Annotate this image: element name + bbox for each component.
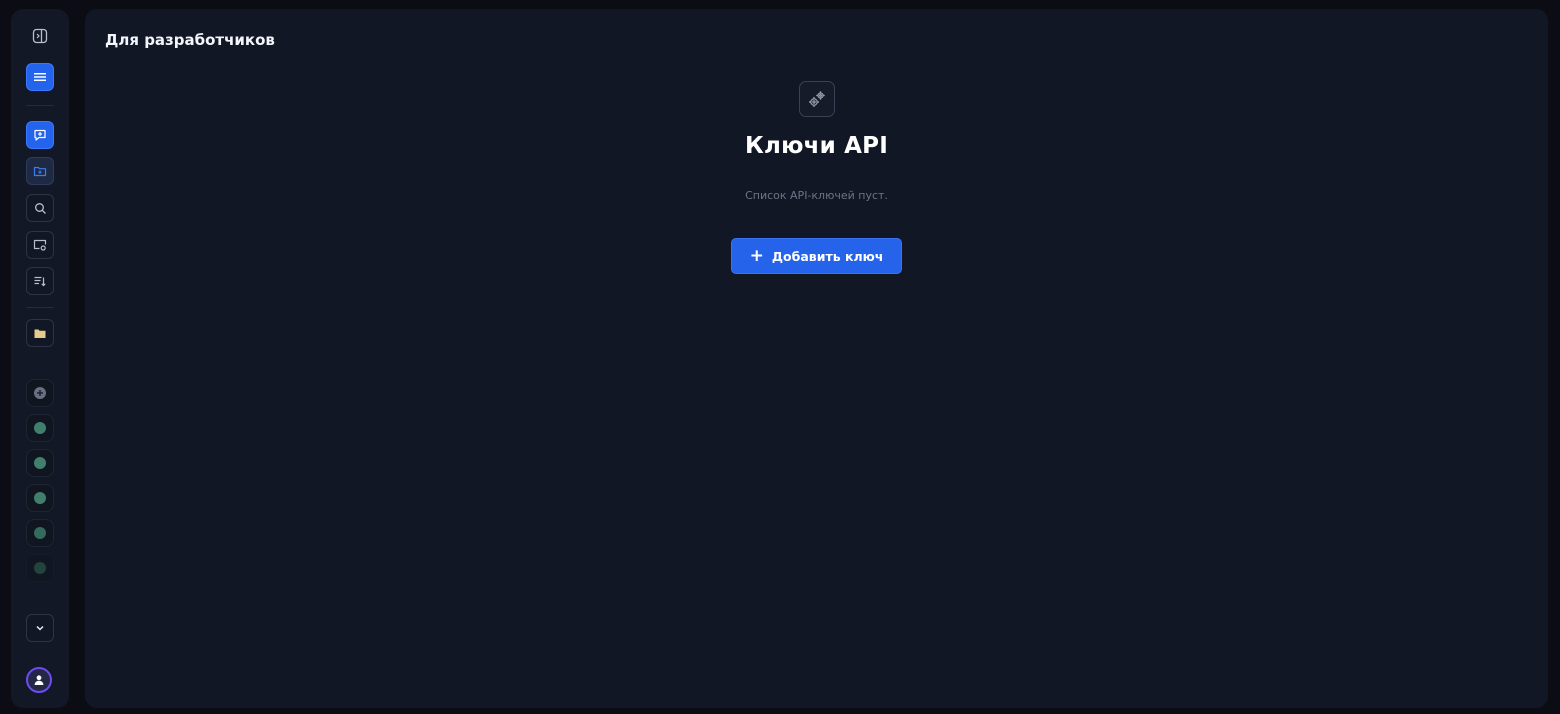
menu-button[interactable]	[26, 63, 54, 91]
api-keys-title: Ключи API	[745, 133, 888, 159]
model-dot-icon	[34, 492, 46, 504]
expand-button[interactable]	[26, 614, 54, 642]
model-item[interactable]	[26, 449, 54, 477]
api-keys-empty-state: Ключи API Список API-ключей пуст. + Доба…	[85, 81, 1548, 274]
model-item[interactable]	[26, 414, 54, 442]
gears-icon-frame	[798, 81, 835, 117]
model-item[interactable]	[26, 484, 54, 512]
new-folder-button[interactable]	[26, 157, 54, 185]
folder-add-icon	[33, 166, 47, 177]
page-title: Для разработчиков	[105, 31, 275, 49]
chevron-down-icon	[36, 625, 44, 631]
list-sort-icon	[34, 276, 46, 287]
screen-settings-icon	[33, 239, 47, 251]
model-dot-icon	[34, 457, 46, 469]
folder-icon	[34, 329, 46, 338]
search-icon	[34, 202, 46, 214]
add-key-button[interactable]: + Добавить ключ	[730, 238, 903, 274]
model-dot-icon	[34, 422, 46, 434]
screen-settings-button[interactable]	[26, 231, 54, 259]
menu-icon	[34, 73, 46, 81]
new-chat-button[interactable]	[26, 121, 54, 149]
user-avatar-button[interactable]	[26, 667, 52, 693]
sidebar-toggle-icon	[32, 28, 48, 44]
sidebar	[11, 9, 69, 708]
new-chat-icon	[34, 129, 46, 141]
sidebar-toggle-button[interactable]	[26, 22, 54, 50]
add-model-icon	[34, 387, 46, 399]
model-dot-icon	[34, 527, 46, 539]
sidebar-divider	[26, 307, 54, 308]
plus-icon: +	[749, 245, 764, 266]
app-root: Для разработчиков Ключи API Список API-к…	[0, 0, 1560, 714]
folder-button[interactable]	[26, 319, 54, 347]
model-item[interactable]	[26, 519, 54, 547]
add-key-label: Добавить ключ	[771, 248, 884, 264]
model-item[interactable]	[26, 554, 54, 582]
search-button[interactable]	[26, 194, 54, 222]
main-panel: Для разработчиков Ключи API Список API-к…	[85, 9, 1548, 708]
model-item[interactable]	[26, 379, 54, 407]
sidebar-divider	[26, 105, 54, 106]
sort-list-button[interactable]	[26, 267, 54, 295]
model-dot-icon	[34, 562, 46, 574]
gears-icon	[808, 91, 825, 108]
user-icon	[34, 675, 44, 685]
empty-list-message: Список API-ключей пуст.	[745, 189, 888, 202]
